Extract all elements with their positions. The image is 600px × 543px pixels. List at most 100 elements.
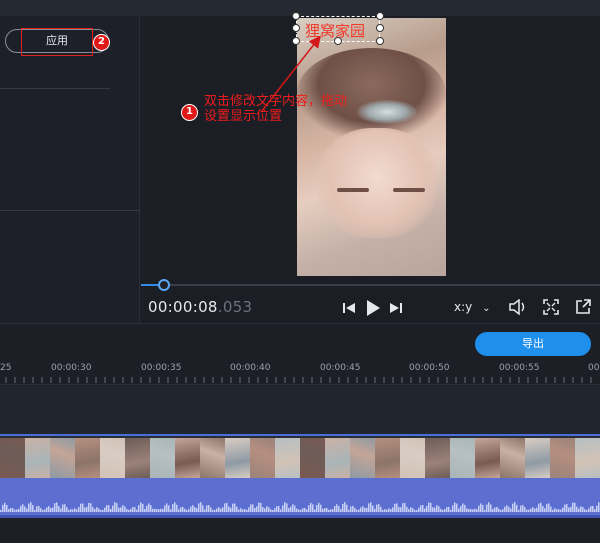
timecode-ms: .053	[217, 298, 253, 316]
fullscreen-icon[interactable]	[543, 299, 559, 315]
waveform-bar	[298, 509, 300, 512]
waveform-bar	[428, 502, 430, 512]
waveform-bar	[354, 507, 356, 512]
waveform-bar	[306, 509, 308, 512]
video-thumbnail	[100, 438, 125, 478]
waveform-bar	[494, 507, 496, 512]
waveform-bar	[404, 503, 406, 512]
waveform-bar	[414, 509, 416, 512]
waveform-bar	[288, 508, 290, 512]
waveform-bar	[24, 506, 26, 512]
waveform-bar	[208, 504, 210, 512]
waveform-bar	[328, 509, 330, 512]
waveform-bar	[598, 502, 600, 512]
video-preview[interactable]: 狸窝家园 1 双击修改文字内容，拖动 设置显示位置 00:00:08.053 x…	[141, 12, 600, 323]
waveform-bar	[220, 508, 222, 512]
video-thumbnail	[525, 438, 550, 478]
volume-icon[interactable]	[509, 299, 527, 315]
waveform-bar	[340, 508, 342, 512]
waveform-bar	[60, 508, 62, 512]
waveform-bar	[38, 505, 40, 512]
waveform-bar	[472, 509, 474, 512]
waveform-bar	[394, 503, 396, 512]
waveform-bar	[432, 507, 434, 512]
waveform-bar	[150, 505, 152, 512]
export-button[interactable]: 导出	[475, 332, 591, 356]
waveform-bar	[200, 502, 202, 512]
waveform-bar	[338, 506, 340, 512]
waveform-bar	[94, 508, 96, 512]
waveform-bar	[122, 505, 124, 512]
waveform-bar	[198, 503, 200, 512]
waveform-bar	[124, 506, 126, 512]
skip-back-icon[interactable]	[342, 301, 356, 315]
waveform-bar	[480, 503, 482, 512]
waveform-bar	[408, 509, 410, 512]
waveform-bar	[182, 506, 184, 512]
video-thumbnail	[275, 438, 300, 478]
text-track[interactable]	[0, 386, 600, 434]
scrub-track[interactable]	[141, 284, 600, 286]
waveform-bar	[40, 508, 42, 512]
waveform-bar	[524, 507, 526, 512]
scrub-handle[interactable]	[157, 279, 170, 291]
waveform-bar	[268, 507, 270, 512]
waveform-bar	[132, 507, 134, 512]
waveform-bar	[330, 509, 332, 512]
waveform-bar	[82, 503, 84, 512]
waveform-bar	[58, 505, 60, 512]
waveform-bar	[550, 506, 552, 512]
waveform-bar	[596, 505, 598, 512]
waveform-bar	[352, 505, 354, 512]
waveform-bar	[318, 502, 320, 512]
waveform-bar	[156, 509, 158, 512]
waveform-bar	[70, 509, 72, 512]
waveform-bar	[8, 509, 10, 512]
popout-icon[interactable]	[575, 299, 591, 315]
video-thumbnail	[475, 438, 500, 478]
waveform-bar	[434, 507, 436, 512]
waveform-bar	[228, 506, 230, 512]
waveform-bar	[552, 509, 554, 512]
waveform-bar	[204, 509, 206, 512]
waveform-bar	[76, 509, 78, 512]
waveform-bar	[130, 508, 132, 512]
waveform-bar	[532, 507, 534, 512]
waveform-bar	[356, 509, 358, 512]
waveform-bar	[88, 502, 90, 512]
waveform-bar	[102, 509, 104, 512]
video-thumbnail	[350, 438, 375, 478]
waveform-bar	[212, 509, 214, 512]
waveform-bar	[558, 509, 560, 512]
waveform-bar	[400, 507, 402, 512]
waveform-bar	[166, 503, 168, 512]
waveform-bar	[348, 509, 350, 512]
waveform-bar	[564, 504, 566, 512]
play-icon[interactable]	[365, 299, 381, 317]
waveform-bar	[96, 507, 98, 512]
waveform-bar	[584, 509, 586, 512]
waveform-bar	[380, 506, 382, 512]
aspect-ratio-select[interactable]: x:y ⌄	[454, 300, 490, 314]
waveform-bar	[140, 502, 142, 512]
apply-highlight-box	[21, 28, 93, 56]
waveform-bar	[206, 505, 208, 512]
skip-forward-icon[interactable]	[389, 301, 403, 315]
waveform-bar	[360, 507, 362, 512]
waveform-bar	[526, 509, 528, 512]
waveform-bar	[522, 504, 524, 512]
waveform-bar	[236, 506, 238, 512]
video-track[interactable]	[0, 434, 600, 478]
waveform-bar	[10, 508, 12, 512]
waveform-bar	[20, 505, 22, 512]
waveform-bar	[520, 505, 522, 512]
waveform-bar	[384, 509, 386, 512]
waveform-bar	[176, 504, 178, 512]
waveform-bar	[120, 507, 122, 512]
video-thumbnail	[550, 438, 575, 478]
waveform-bar	[372, 505, 374, 512]
waveform-bar	[98, 508, 100, 512]
timecode-main: 00:00:08	[148, 298, 218, 316]
waveform-bar	[18, 508, 20, 512]
waveform-bar	[106, 505, 108, 512]
